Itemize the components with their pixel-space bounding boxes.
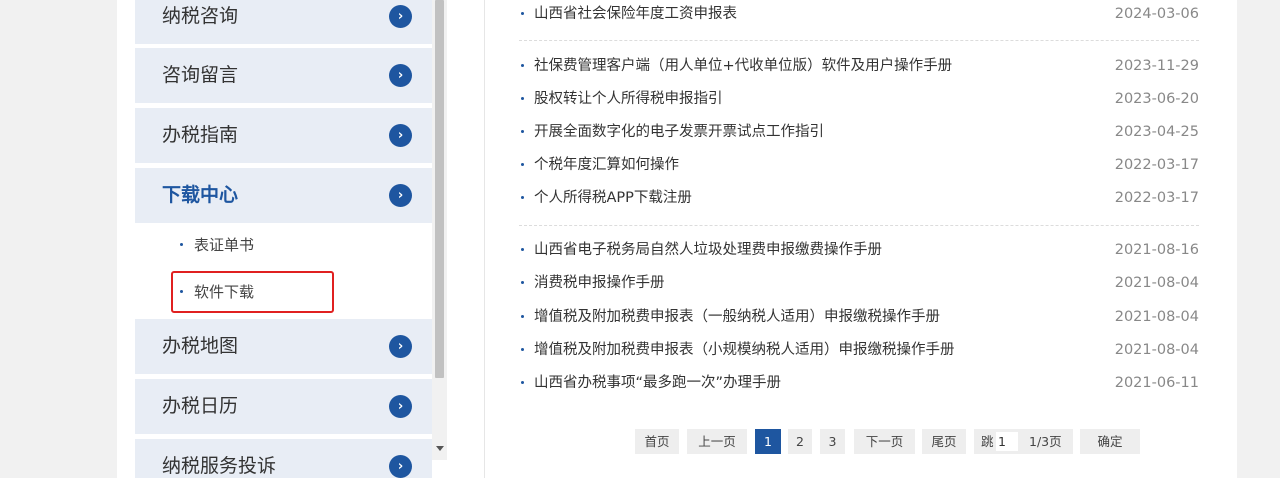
sidebar-item-service-complaint[interactable]: 纳税服务投诉 › [135, 439, 432, 478]
list-item-date: 2021-06-11 [1114, 375, 1199, 391]
list-separator [519, 40, 1199, 41]
list-item-title[interactable]: 增值税及附加税费申报表（小规模纳税人适用）申报缴税操作手册 [534, 334, 955, 367]
list-item-title[interactable]: 山西省办税事项“最多跑一次”办理手册 [534, 367, 781, 400]
page-jump-input[interactable] [996, 432, 1018, 451]
list-item-title[interactable]: 社保费管理客户端（用人单位+代收单位版）软件及用户操作手册 [534, 50, 952, 83]
list-item-date: 2023-04-25 [1114, 124, 1199, 140]
sidebar-subitem-label: 软件下载 [194, 283, 255, 301]
jump-label: 跳 [981, 434, 994, 449]
first-page-button[interactable]: 首页 [635, 429, 679, 454]
list-item-title[interactable]: 开展全面数字化的电子发票开票试点工作指引 [534, 116, 824, 149]
sidebar-item-tax-consulting[interactable]: 纳税咨询 › [135, 0, 432, 44]
chevron-right-icon: › [389, 124, 412, 147]
list-item[interactable]: 开展全面数字化的电子发票开票试点工作指引 2023-04-25 [519, 116, 1199, 149]
bullet-icon [521, 281, 524, 284]
list-item-title[interactable]: 增值税及附加税费申报表（一般纳税人适用）申报缴税操作手册 [534, 301, 940, 334]
bullet-icon [521, 381, 524, 384]
list-item-date: 2022-03-17 [1114, 190, 1199, 206]
bullet-icon [521, 315, 524, 318]
page-button-1[interactable]: 1 [755, 429, 781, 454]
sidebar-subitem-forms[interactable]: 表证单书 [135, 225, 432, 265]
scrollbar-thumb[interactable] [435, 0, 444, 378]
bullet-icon [521, 163, 524, 166]
scroll-down-arrow-icon[interactable] [436, 446, 444, 451]
sidebar-item-label: 办税日历 [162, 395, 239, 417]
sidebar-item-label: 办税地图 [162, 335, 239, 357]
list-item-date: 2021-08-04 [1114, 275, 1199, 291]
sidebar-scrollbar[interactable] [432, 0, 447, 460]
sidebar: 纳税咨询 › 咨询留言 › 办税指南 › 下载中心 › 表证单书 软件下载 办税… [135, 0, 432, 478]
list-item-date: 2021-08-16 [1114, 242, 1199, 258]
list-item[interactable]: 消费税申报操作手册 2021-08-04 [519, 267, 1199, 300]
list-item[interactable]: 个人所得税APP下载注册 2022-03-17 [519, 182, 1199, 215]
chevron-right-icon: › [389, 64, 412, 87]
list-item-date: 2023-11-29 [1114, 58, 1199, 74]
chevron-right-icon: › [389, 395, 412, 418]
last-page-button[interactable]: 尾页 [922, 429, 966, 454]
bullet-icon [521, 97, 524, 100]
chevron-right-icon: › [389, 335, 412, 358]
list-item-date: 2021-08-04 [1114, 309, 1199, 325]
sidebar-item-label: 办税指南 [162, 124, 239, 146]
chevron-right-icon: › [389, 5, 412, 28]
page-jump-group: 跳 1/3页 [974, 429, 1073, 454]
bullet-icon [521, 348, 524, 351]
list-item[interactable]: 山西省办税事项“最多跑一次”办理手册 2021-06-11 [519, 367, 1199, 400]
bullet-icon [521, 64, 524, 67]
bullet-icon [180, 290, 183, 293]
list-item-title[interactable]: 山西省电子税务局自然人垃圾处理费申报缴费操作手册 [534, 234, 882, 267]
list-item-title[interactable]: 个人所得税APP下载注册 [534, 182, 692, 215]
list-item[interactable]: 山西省社会保险年度工资申报表 2024-03-06 [519, 0, 1199, 31]
list-item[interactable]: 个税年度汇算如何操作 2022-03-17 [519, 149, 1199, 182]
sidebar-item-label: 纳税咨询 [162, 5, 239, 27]
sidebar-item-consult-message[interactable]: 咨询留言 › [135, 48, 432, 103]
prev-page-button[interactable]: 上一页 [687, 429, 747, 454]
confirm-button[interactable]: 确定 [1080, 429, 1140, 454]
list-item-title[interactable]: 山西省社会保险年度工资申报表 [534, 0, 737, 31]
list-separator [519, 225, 1199, 226]
list-item-title[interactable]: 股权转让个人所得税申报指引 [534, 83, 723, 116]
list-item-title[interactable]: 消费税申报操作手册 [534, 267, 665, 300]
list-item-date: 2023-06-20 [1114, 91, 1199, 107]
list-item-date: 2022-03-17 [1114, 157, 1199, 173]
chevron-right-icon: › [389, 184, 412, 207]
sidebar-item-tax-map[interactable]: 办税地图 › [135, 319, 432, 374]
bullet-icon [180, 243, 183, 246]
sidebar-item-download-center[interactable]: 下载中心 › [135, 168, 432, 223]
list-item[interactable]: 股权转让个人所得税申报指引 2023-06-20 [519, 83, 1199, 116]
sidebar-item-label: 咨询留言 [162, 64, 239, 86]
sidebar-item-tax-calendar[interactable]: 办税日历 › [135, 379, 432, 434]
chevron-right-icon: › [389, 455, 412, 478]
sidebar-item-tax-guide[interactable]: 办税指南 › [135, 108, 432, 163]
sidebar-item-label: 下载中心 [162, 184, 239, 206]
bullet-icon [521, 130, 524, 133]
list-item[interactable]: 增值税及附加税费申报表（一般纳税人适用）申报缴税操作手册 2021-08-04 [519, 301, 1199, 334]
next-page-button[interactable]: 下一页 [854, 429, 915, 454]
bullet-icon [521, 12, 524, 15]
page-button-3[interactable]: 3 [820, 429, 845, 454]
bullet-icon [521, 196, 524, 199]
list-item[interactable]: 社保费管理客户端（用人单位+代收单位版）软件及用户操作手册 2023-11-29 [519, 50, 1199, 83]
list-item[interactable]: 山西省电子税务局自然人垃圾处理费申报缴费操作手册 2021-08-16 [519, 234, 1199, 267]
list-item[interactable]: 增值税及附加税费申报表（小规模纳税人适用）申报缴税操作手册 2021-08-04 [519, 334, 1199, 367]
sidebar-subitem-software-download[interactable]: 软件下载 [135, 272, 432, 312]
list-item-title[interactable]: 个税年度汇算如何操作 [534, 149, 679, 182]
page-total: 1/3页 [1029, 434, 1062, 449]
content-divider [484, 0, 485, 478]
bullet-icon [521, 248, 524, 251]
list-item-date: 2024-03-06 [1114, 6, 1199, 22]
sidebar-item-label: 纳税服务投诉 [162, 455, 277, 477]
page-container: 纳税咨询 › 咨询留言 › 办税指南 › 下载中心 › 表证单书 软件下载 办税… [117, 0, 1237, 478]
sidebar-subitem-label: 表证单书 [194, 236, 255, 254]
list-item-date: 2021-08-04 [1114, 342, 1199, 358]
page-button-2[interactable]: 2 [788, 429, 812, 454]
